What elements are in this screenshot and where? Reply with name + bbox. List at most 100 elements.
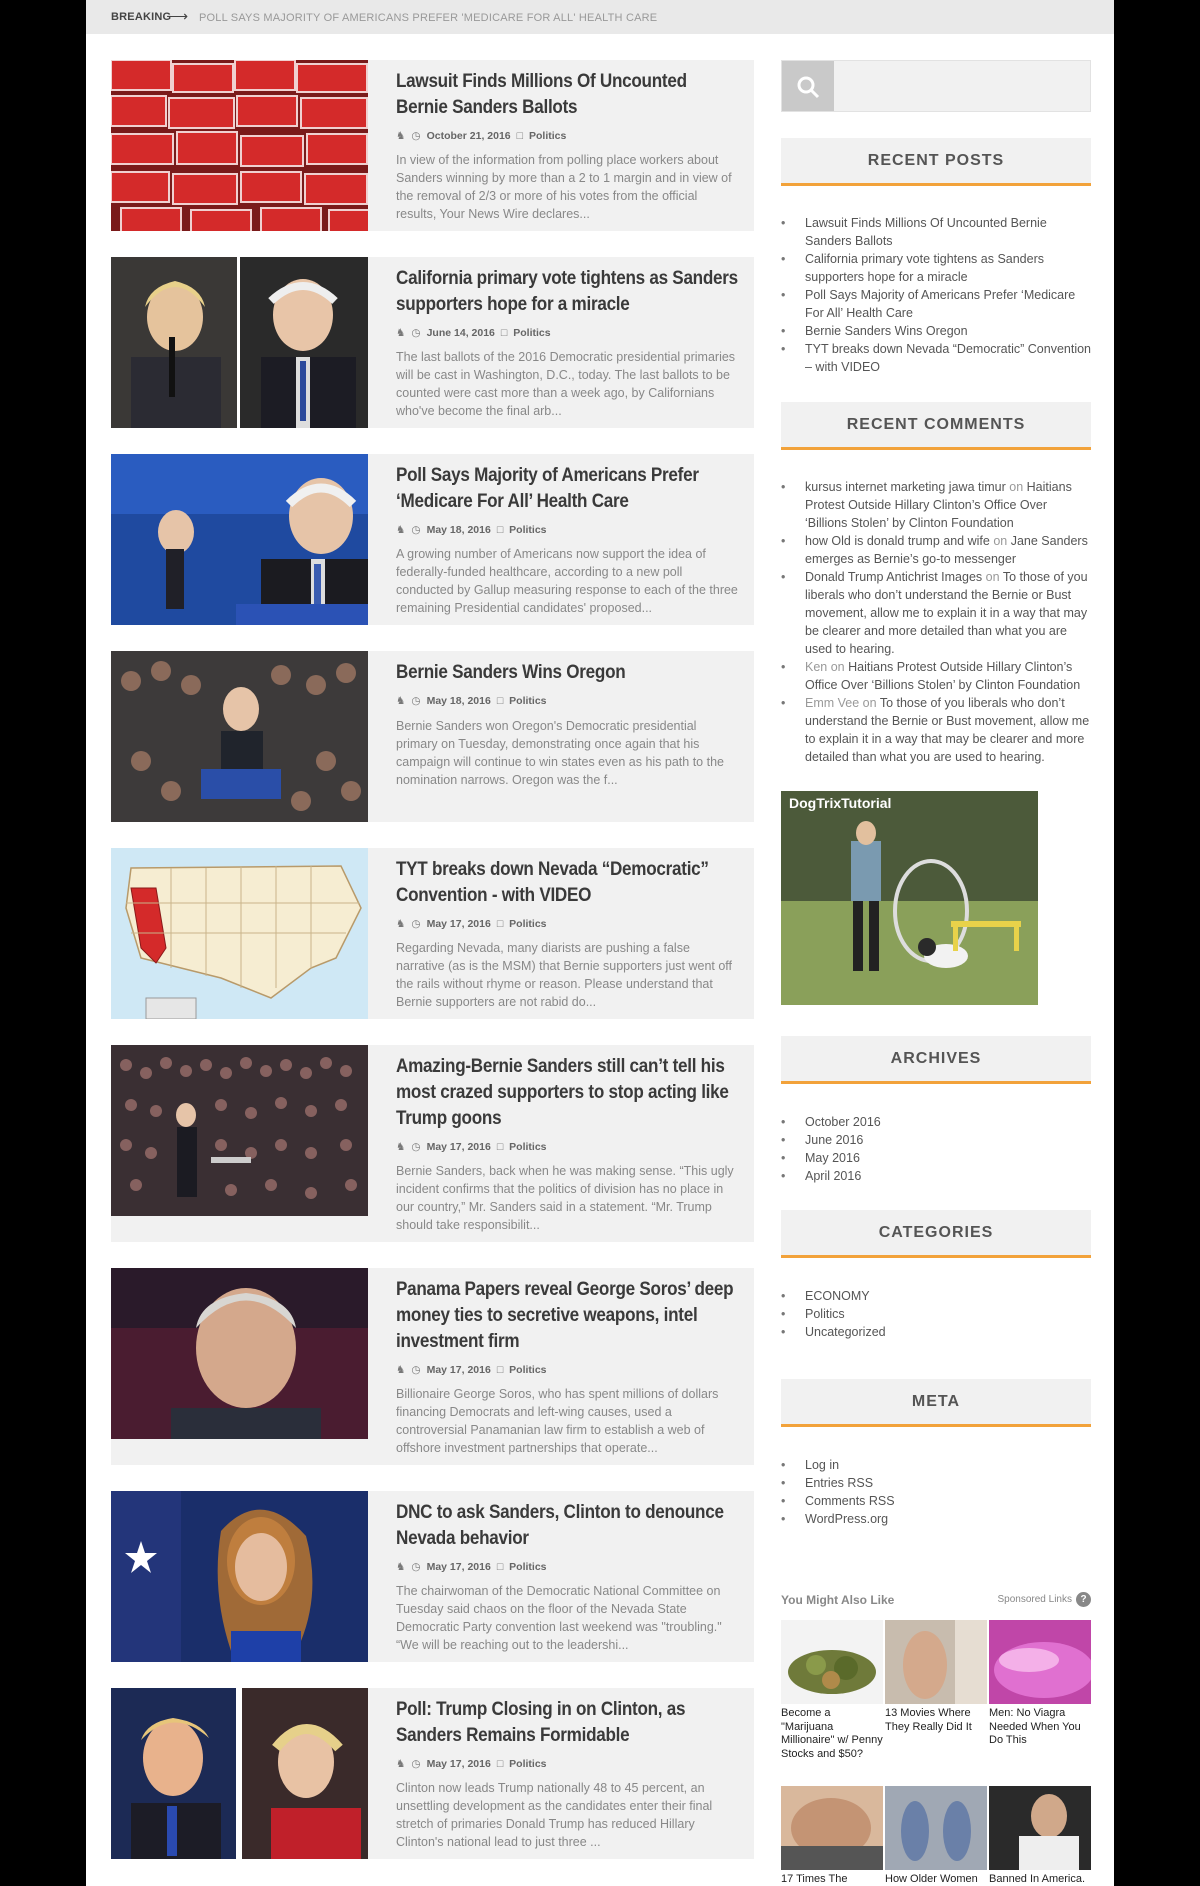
post-thumbnail[interactable] bbox=[111, 1688, 368, 1859]
clock-icon: ◷ bbox=[411, 1758, 421, 1770]
post-title-link[interactable]: Poll Says Majority of Americans Prefer ‘… bbox=[396, 463, 743, 515]
meta-link[interactable]: Entries RSS bbox=[781, 1474, 1091, 1492]
search-input[interactable] bbox=[781, 60, 1091, 112]
post-meta: ♞ ◷ May 17, 2016 □ Politics bbox=[396, 918, 553, 930]
post-date: May 17, 2016 bbox=[426, 918, 491, 930]
archive-link[interactable]: October 2016 bbox=[781, 1113, 1091, 1131]
user-icon: ♞ bbox=[396, 695, 406, 707]
sponsored-label: Sponsored Links bbox=[997, 1594, 1073, 1605]
folder-icon: □ bbox=[496, 1141, 504, 1153]
post-meta: ♞ ◷ October 21, 2016 □ Politics bbox=[396, 130, 572, 142]
post-category-link[interactable]: Politics bbox=[509, 918, 546, 930]
category-link[interactable]: Uncategorized bbox=[781, 1323, 1091, 1341]
clock-icon: ◷ bbox=[411, 1364, 421, 1376]
sponsored-tile[interactable]: Banned In America. bbox=[989, 1786, 1091, 1886]
post-thumbnail[interactable] bbox=[111, 1045, 368, 1216]
user-icon: ♞ bbox=[396, 130, 406, 142]
clock-icon: ◷ bbox=[411, 1141, 421, 1153]
folder-icon: □ bbox=[496, 695, 504, 707]
post-thumbnail[interactable] bbox=[111, 1268, 368, 1439]
folder-icon: □ bbox=[496, 918, 504, 930]
user-icon: ♞ bbox=[396, 327, 406, 339]
help-icon[interactable]: ? bbox=[1076, 1592, 1091, 1607]
recent-post-link[interactable]: Lawsuit Finds Millions Of Uncounted Bern… bbox=[781, 214, 1091, 250]
category-link[interactable]: ECONOMY bbox=[781, 1287, 1091, 1305]
comment-author-link[interactable]: how Old is donald trump and wife bbox=[805, 534, 990, 548]
post-title-link[interactable]: Amazing-Bernie Sanders still can’t tell … bbox=[396, 1054, 743, 1132]
tile-caption: 17 Times The bbox=[781, 1873, 848, 1885]
post-thumbnail[interactable] bbox=[111, 1491, 368, 1662]
post-category-link[interactable]: Politics bbox=[509, 1561, 546, 1573]
breaking-headline-link[interactable]: POLL SAYS MAJORITY OF AMERICANS PREFER '… bbox=[199, 12, 657, 24]
recent-posts-heading: RECENT POSTS bbox=[781, 138, 1091, 186]
tile-caption: 13 Movies Where They Really Did It bbox=[885, 1707, 972, 1733]
folder-icon: □ bbox=[516, 130, 523, 142]
sponsored-tile[interactable]: 13 Movies Where They Really Did It bbox=[885, 1620, 987, 1734]
post-title-link[interactable]: DNC to ask Sanders, Clinton to denounce … bbox=[396, 1500, 743, 1552]
post-category-link[interactable]: Politics bbox=[509, 1141, 546, 1153]
post-title-link[interactable]: Lawsuit Finds Millions Of Uncounted Bern… bbox=[396, 69, 743, 121]
recent-post-link[interactable]: Poll Says Majority of Americans Prefer ‘… bbox=[781, 286, 1091, 322]
post-card: Panama Papers reveal George Soros’ deep … bbox=[111, 1268, 754, 1465]
archive-link[interactable]: April 2016 bbox=[781, 1167, 1091, 1185]
recent-comments-heading: RECENT COMMENTS bbox=[781, 402, 1091, 450]
post-title-link[interactable]: TYT breaks down Nevada “Democratic” Conv… bbox=[396, 857, 743, 909]
post-category-link[interactable]: Politics bbox=[529, 130, 566, 142]
post-category-link[interactable]: Politics bbox=[513, 327, 550, 339]
post-category-link[interactable]: Politics bbox=[509, 695, 546, 707]
meta-link[interactable]: WordPress.org bbox=[781, 1510, 1091, 1528]
post-thumbnail[interactable] bbox=[111, 651, 368, 822]
arrow-right-icon: ⟶ bbox=[168, 8, 189, 24]
post-card: Lawsuit Finds Millions Of Uncounted Bern… bbox=[111, 60, 754, 231]
clock-icon: ◷ bbox=[411, 524, 421, 536]
sponsored-tile[interactable]: Become a "Marijuana Millionaire" w/ Penn… bbox=[781, 1620, 883, 1761]
post-meta: ♞ ◷ May 18, 2016 □ Politics bbox=[396, 524, 553, 536]
user-icon: ♞ bbox=[396, 1364, 406, 1376]
tile-caption: How Older Women bbox=[885, 1873, 978, 1885]
you-might-also-like-heading: You Might Also Like bbox=[781, 1593, 895, 1607]
post-meta: ♞ ◷ May 17, 2016 □ Politics bbox=[396, 1364, 553, 1376]
post-title-link[interactable]: California primary vote tightens as Sand… bbox=[396, 266, 743, 318]
meta-link[interactable]: Log in bbox=[781, 1456, 1091, 1474]
recent-post-link[interactable]: TYT breaks down Nevada “Democratic” Conv… bbox=[781, 340, 1091, 376]
comment-item: Donald Trump Antichrist Images on To tho… bbox=[781, 568, 1091, 658]
archive-link[interactable]: June 2016 bbox=[781, 1131, 1091, 1149]
post-thumbnail[interactable] bbox=[111, 257, 368, 428]
comment-author: Ken bbox=[805, 660, 828, 674]
search-button[interactable] bbox=[782, 61, 834, 111]
post-category-link[interactable]: Politics bbox=[509, 524, 546, 536]
sponsored-tile[interactable]: Men: No Viagra Needed When You Do This bbox=[989, 1620, 1091, 1748]
user-icon: ♞ bbox=[396, 1561, 406, 1573]
comment-on-label: on bbox=[1009, 480, 1024, 494]
clock-icon: ◷ bbox=[411, 695, 421, 707]
comment-author-link[interactable]: kursus internet marketing jawa timur bbox=[805, 480, 1006, 494]
post-thumbnail[interactable] bbox=[111, 454, 368, 625]
categories-list: ECONOMY Politics Uncategorized bbox=[781, 1287, 1091, 1341]
dogtrix-ad-image[interactable]: DogTrixTutorial bbox=[781, 791, 1038, 1005]
categories-heading: CATEGORIES bbox=[781, 1210, 1091, 1258]
recent-posts-list: Lawsuit Finds Millions Of Uncounted Bern… bbox=[781, 214, 1091, 376]
sponsored-tile[interactable]: 17 Times The bbox=[781, 1786, 883, 1886]
comment-on-label: on bbox=[985, 570, 1000, 584]
post-thumbnail[interactable] bbox=[111, 60, 368, 231]
comment-author-link[interactable]: Donald Trump Antichrist Images bbox=[805, 570, 982, 584]
recent-post-link[interactable]: Bernie Sanders Wins Oregon bbox=[781, 322, 1091, 340]
folder-icon: □ bbox=[496, 1561, 504, 1573]
recent-post-link[interactable]: California primary vote tightens as Sand… bbox=[781, 250, 1091, 286]
comment-post-link[interactable]: Haitians Protest Outside Hillary Clinton… bbox=[805, 660, 1080, 692]
post-category-link[interactable]: Politics bbox=[509, 1364, 546, 1376]
post-title-link[interactable]: Poll: Trump Closing in on Clinton, as Sa… bbox=[396, 1697, 743, 1749]
post-title-link[interactable]: Panama Papers reveal George Soros’ deep … bbox=[396, 1277, 743, 1355]
sponsored-links[interactable]: Sponsored Links? bbox=[997, 1592, 1091, 1607]
sponsored-tile[interactable]: How Older Women bbox=[885, 1786, 987, 1886]
meta-link[interactable]: Comments RSS bbox=[781, 1492, 1091, 1510]
comment-author: Emm Vee bbox=[805, 696, 860, 710]
category-link[interactable]: Politics bbox=[781, 1305, 1091, 1323]
post-category-link[interactable]: Politics bbox=[509, 1758, 546, 1770]
recent-comments-list: kursus internet marketing jawa timur on … bbox=[781, 478, 1091, 766]
post-title-link[interactable]: Bernie Sanders Wins Oregon bbox=[396, 660, 743, 686]
post-thumbnail[interactable] bbox=[111, 848, 368, 1019]
archive-link[interactable]: May 2016 bbox=[781, 1149, 1091, 1167]
post-date: October 21, 2016 bbox=[426, 130, 511, 142]
post-excerpt: The chairwoman of the Democratic Nationa… bbox=[396, 1584, 722, 1652]
